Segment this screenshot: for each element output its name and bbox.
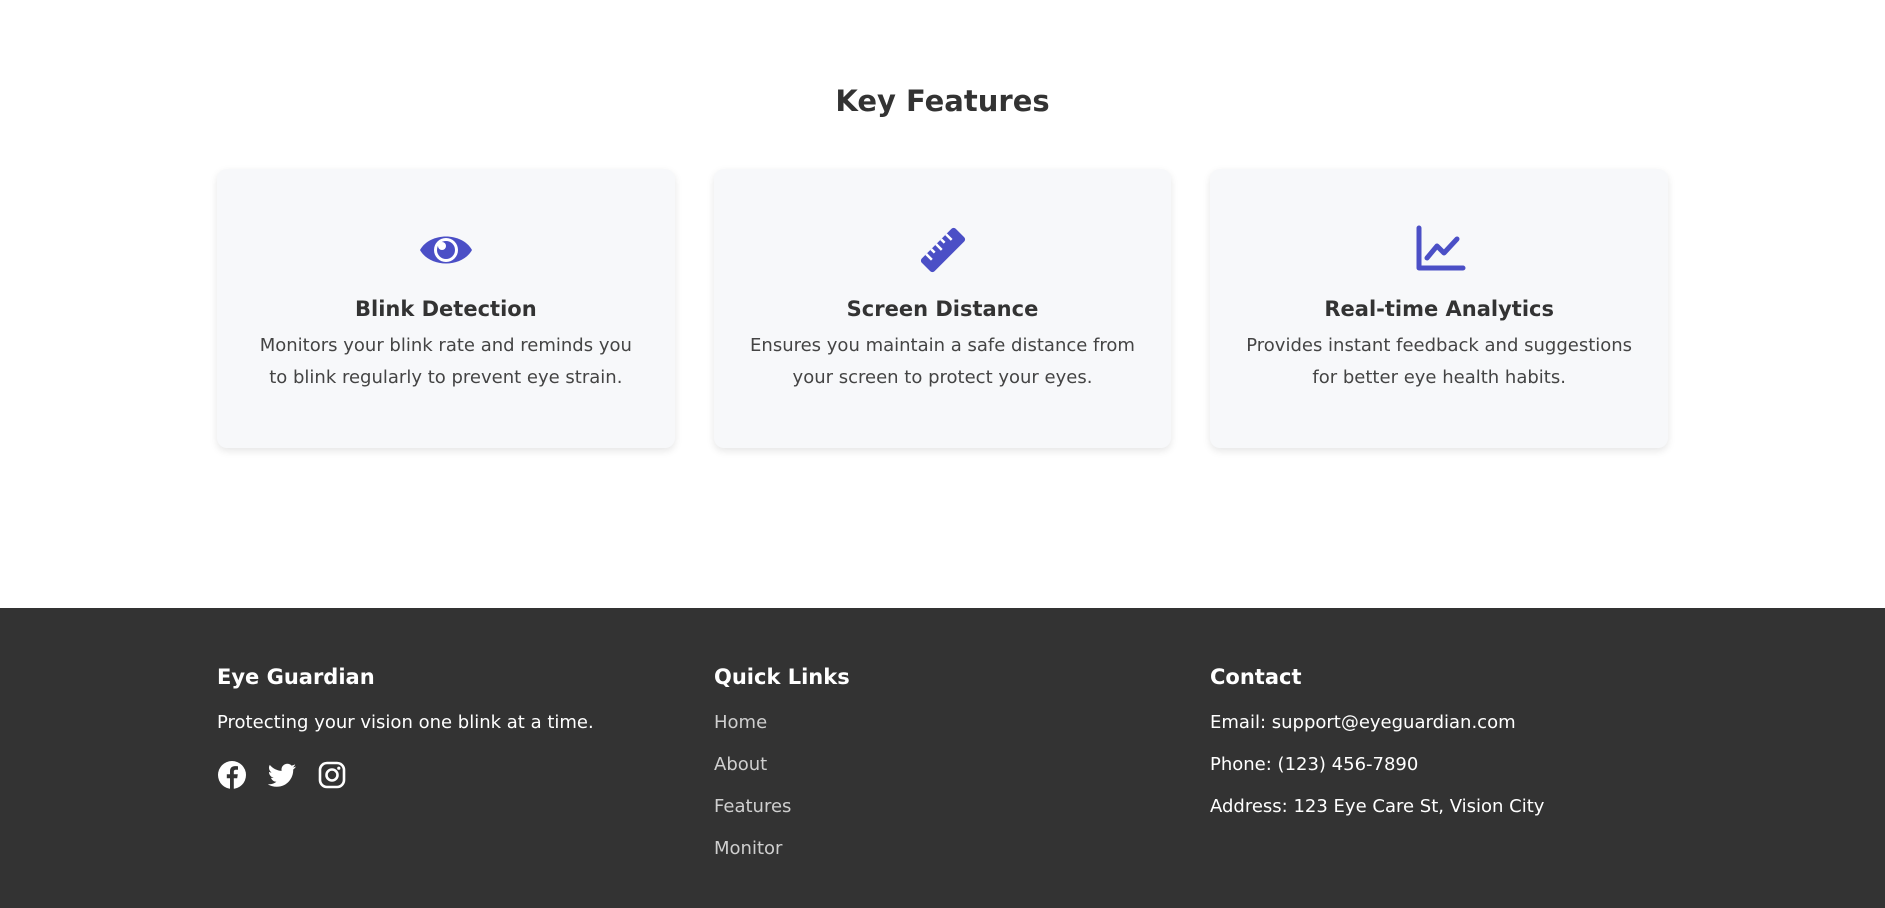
eye-icon [418, 224, 474, 276]
quick-link-features[interactable]: Features [714, 796, 791, 817]
footer-contact-title: Contact [1210, 665, 1302, 689]
quick-link-item: About [714, 753, 1194, 795]
footer-tagline: Protecting your vision one blink at a ti… [217, 712, 594, 733]
twitter-icon[interactable] [267, 760, 297, 790]
feature-card-screen-distance: Screen Distance Ensures you maintain a s… [713, 169, 1172, 448]
footer-quick-links-title: Quick Links [714, 665, 850, 689]
features-title: Key Features [835, 84, 1050, 118]
ruler-icon [915, 224, 971, 276]
feature-card-description: Ensures you maintain a safe distance fro… [750, 335, 1135, 388]
contact-address: Address: 123 Eye Care St, Vision City [1210, 796, 1545, 817]
quick-link-item: Monitor [714, 837, 1194, 879]
quick-link-item: Home [714, 711, 1194, 753]
quick-link-about[interactable]: About [714, 754, 767, 775]
feature-card-title: Real-time Analytics [1324, 297, 1554, 321]
feature-card-description: Monitors your blink rate and reminds you… [259, 335, 632, 388]
quick-links-list: Home About Features Monitor [714, 711, 1194, 879]
footer-brand-column: Eye Guardian Protecting your vision one … [217, 656, 697, 790]
quick-link-home[interactable]: Home [714, 712, 767, 733]
feature-card-description: Provides instant feedback and suggestion… [1246, 335, 1633, 388]
feature-cards: Blink Detection Monitors your blink rate… [217, 169, 1669, 448]
feature-card-blink-detection: Blink Detection Monitors your blink rate… [217, 169, 675, 448]
footer-quick-links-column: Quick Links Home About Features Monitor [714, 656, 1194, 879]
chart-line-icon [1411, 224, 1467, 276]
feature-card-title: Screen Distance [846, 297, 1039, 321]
feature-card-title: Blink Detection [355, 297, 537, 321]
instagram-icon[interactable] [317, 760, 347, 790]
contact-phone: Phone: (123) 456-7890 [1210, 754, 1419, 775]
footer-contact-column: Contact Email: support@eyeguardian.com P… [1210, 656, 1680, 837]
footer-brand-title: Eye Guardian [217, 665, 375, 689]
quick-link-monitor[interactable]: Monitor [714, 838, 782, 859]
site-footer: Eye Guardian Protecting your vision one … [0, 608, 1885, 908]
features-section: Key Features Blink Detection Monitors yo… [0, 0, 1885, 608]
quick-link-item: Features [714, 795, 1194, 837]
contact-email: Email: support@eyeguardian.com [1210, 712, 1516, 733]
social-links [217, 760, 697, 790]
facebook-icon[interactable] [217, 760, 247, 790]
feature-card-realtime-analytics: Real-time Analytics Provides instant fee… [1210, 169, 1669, 448]
contact-list: Email: support@eyeguardian.com Phone: (1… [1210, 711, 1680, 837]
